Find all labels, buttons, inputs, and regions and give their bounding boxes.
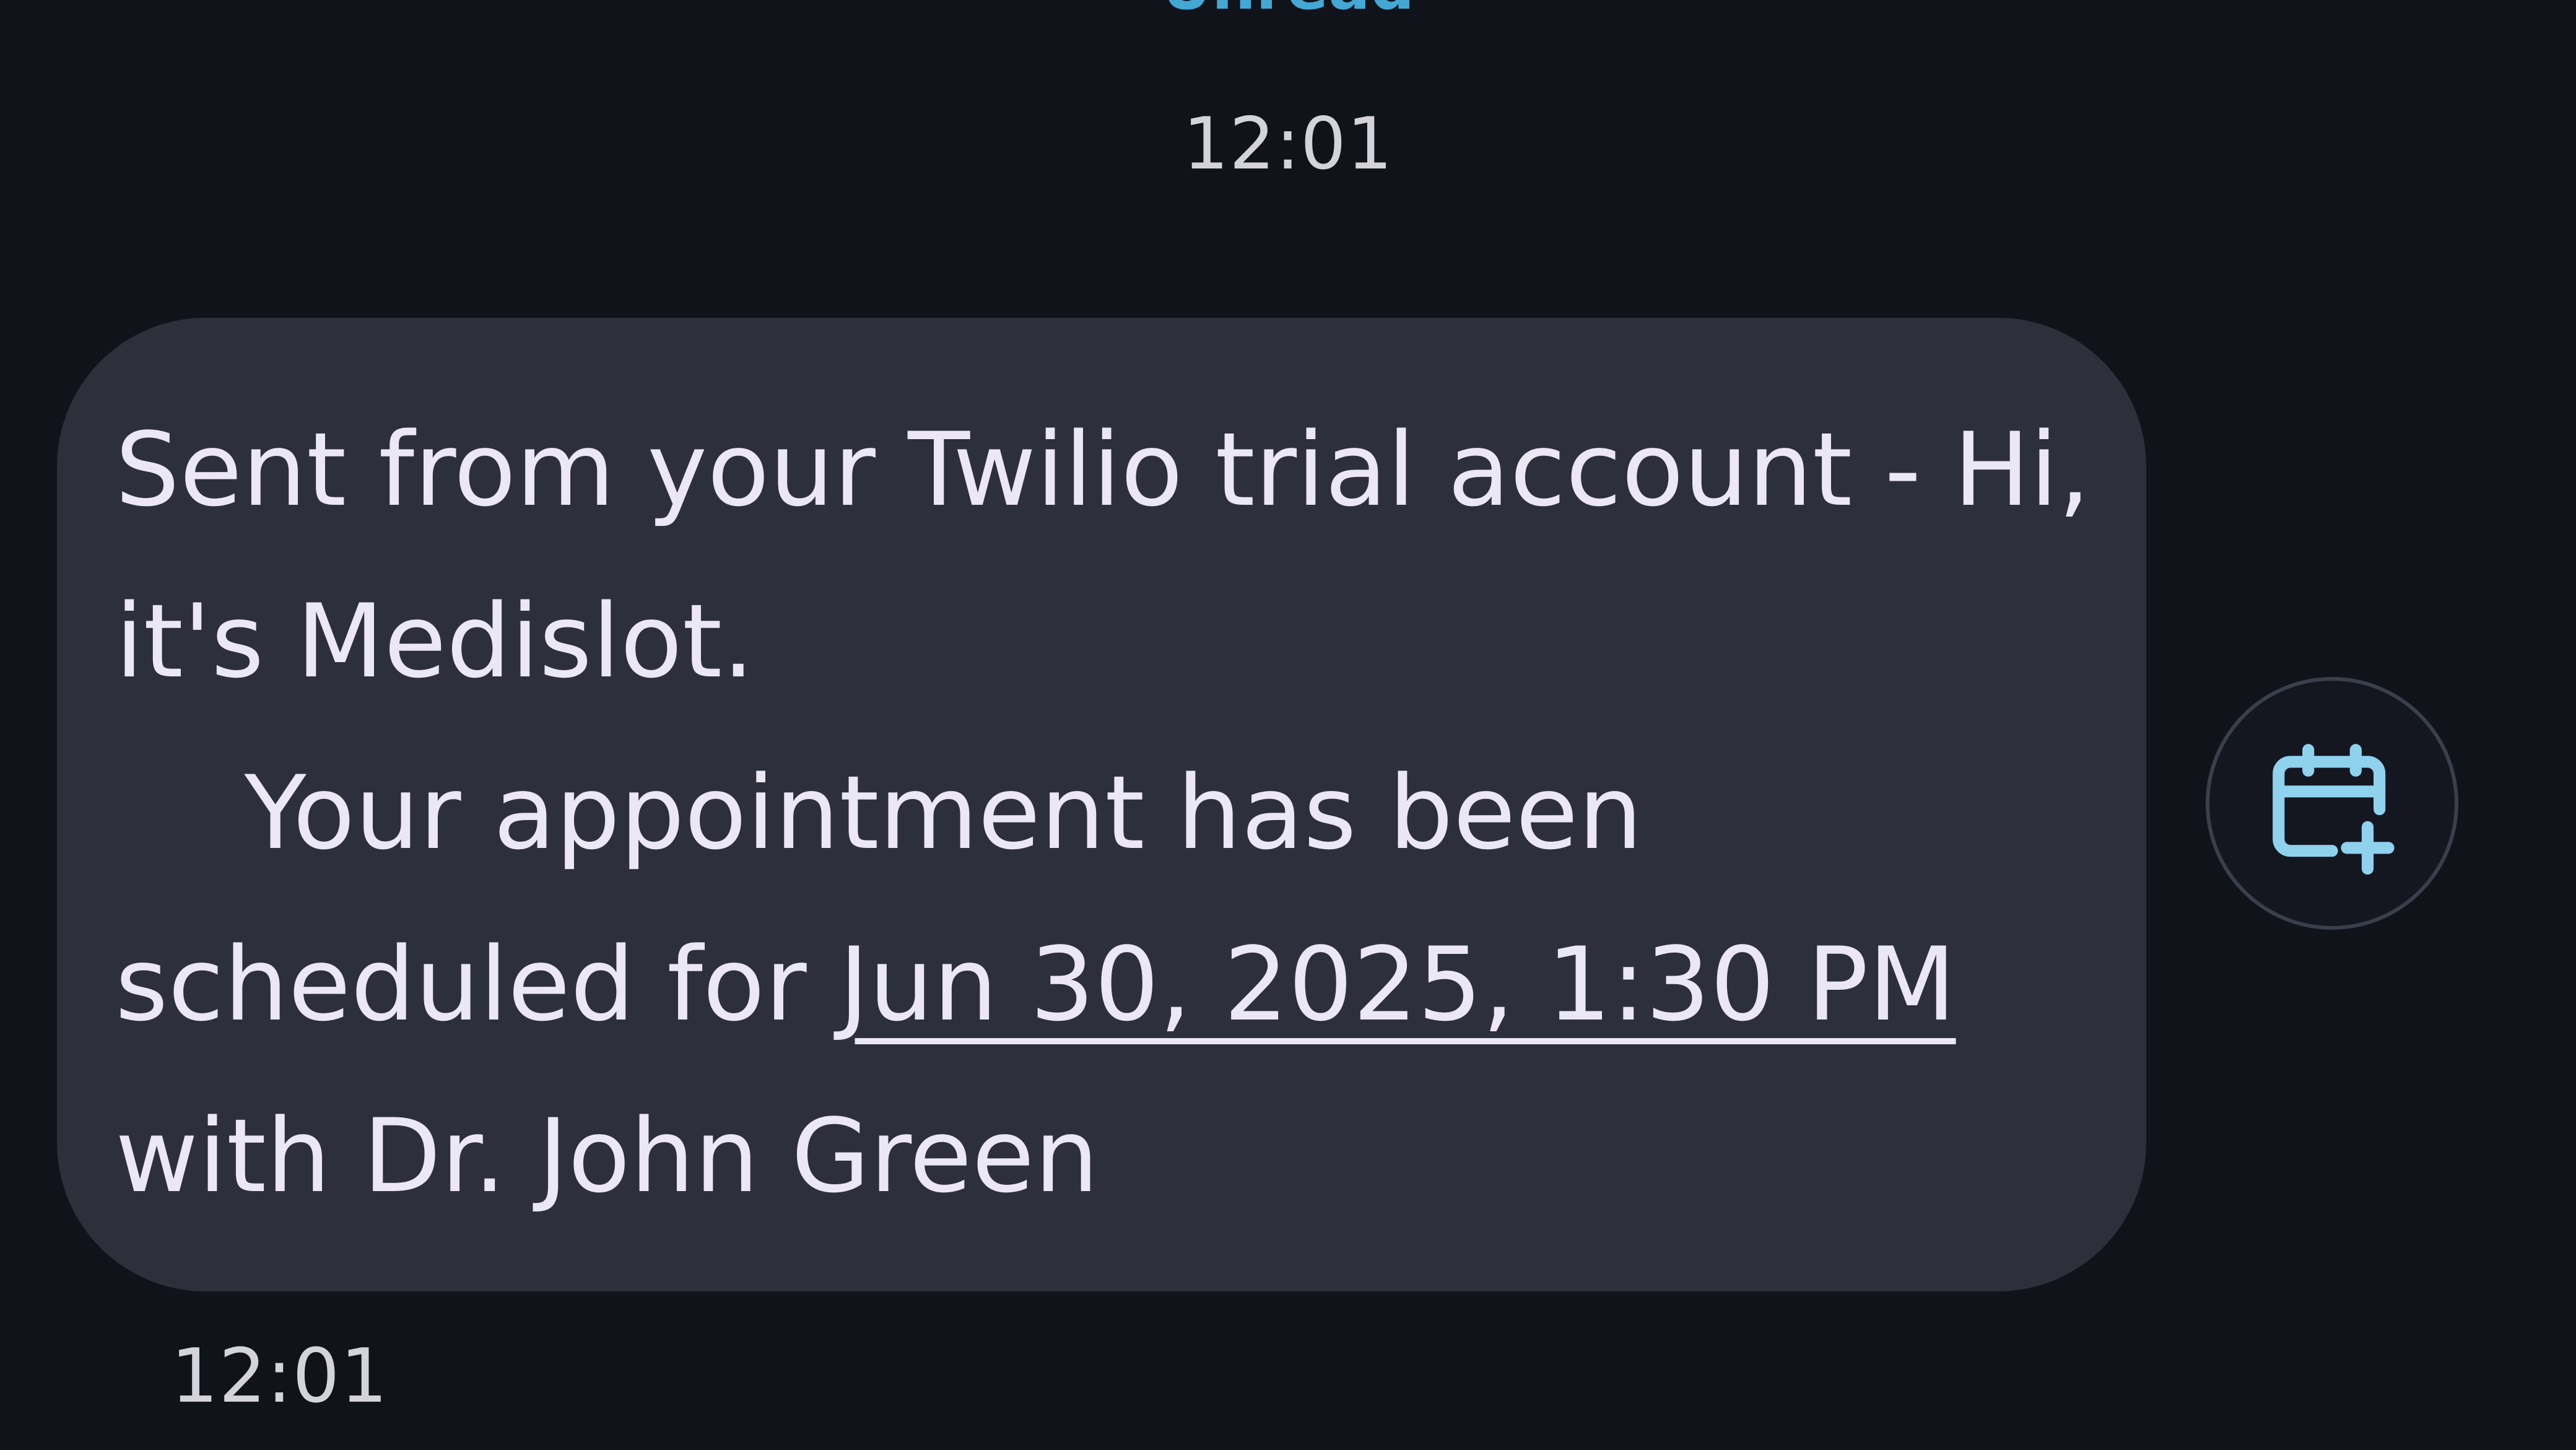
appointment-date-link[interactable]: Jun 30, 2025, 1:30 PM (839, 925, 1956, 1044)
unread-divider: Unread (1133, 0, 1443, 19)
calendar-add-icon (2273, 744, 2395, 875)
add-to-calendar-button[interactable] (2206, 677, 2458, 930)
thread-timestamp: 12:01 (1183, 102, 1393, 186)
message-intro-text: Sent from your Twilio trial account - Hi… (115, 411, 2123, 701)
message-text: Sent from your Twilio trial account - Hi… (115, 384, 2097, 1242)
message-timestamp: 12:01 (171, 1334, 388, 1420)
